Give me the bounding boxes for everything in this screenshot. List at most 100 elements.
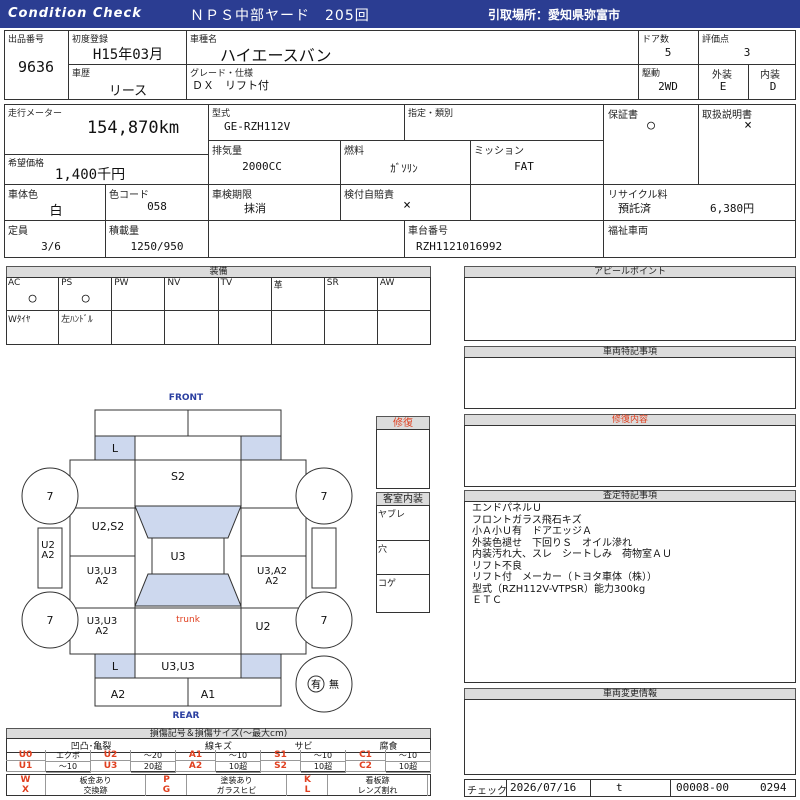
chassis-value: RZH1121016992 [416,240,503,253]
header-title: Condition Check [8,6,142,21]
equipment-label: NV [167,278,181,288]
legend-code: U0 [6,750,46,761]
legend-code: U1 [6,761,46,772]
equipment-cell: AC ○ [6,277,60,311]
legend-desc: 10超 [386,761,431,773]
legend-extra-desc: レンズ割れ [328,785,428,796]
legend-code: C2 [346,761,386,772]
legend-extra-desc: ガラスヒビ [187,785,287,796]
inspection-note-line: ＥＴＣ [472,595,502,606]
legend-desc: 10超 [301,761,346,773]
warranty-value: ○ [647,118,655,133]
mileage-label: 走行メーター [8,109,63,119]
price-value: 1,400千円 [54,167,126,183]
check-label: チェック [467,786,507,797]
inspection-note-line: リフト付 メーカー（トヨタ車体（株）） [472,572,657,583]
inspection-note-line: 内装汚れ大、スレ シートしみ 荷物室ＡＵ [472,549,672,560]
vehicle-diagram: FRONT REAR trunk 7 7 7 7 L S2 U2,S2 U3 U… [21,393,353,721]
legend-extra-code: G [147,785,187,795]
equipment-label: PS [61,278,73,288]
tire-fr: 7 [321,490,328,503]
equipment-cell: SR [324,277,378,311]
equipment-cell: 左ﾊﾝﾄﾞﾙ [59,311,113,345]
chassis-label: 車台番号 [408,226,448,237]
transmission-label: ミッション [474,146,524,157]
int-value: D [769,80,777,93]
mark-rear-l: L [112,660,119,673]
drive-value: 2WD [658,80,678,93]
front-label: FRONT [169,393,204,403]
check-code: 00008-00 [676,781,729,794]
check-t: t [616,781,623,794]
color-code-value: 058 [147,200,167,213]
manual-value: × [744,118,752,133]
inspection-note-line: 小Ａ小Ｕ有 ドアエッジＡ [472,526,592,537]
name-label: 車種名 [190,35,218,45]
equipment-label: 左ﾊﾝﾄﾞﾙ [61,315,93,325]
change-info-box [464,699,796,775]
inspection-note-line: 外装色褪せ 下回りＳ オイル滲れ [472,537,632,549]
pickup-location: 引取場所：愛知県弥富市 [488,8,621,22]
mark-hood: S2 [171,470,185,483]
equipment-cell: PW [112,277,166,311]
equipment-cell [218,311,272,345]
spare-none: 無 [329,678,339,691]
cabin-box [376,505,430,613]
legend-code: U2 [91,750,131,761]
capacity-label: 定員 [8,226,28,237]
mileage-value: 154,870km [86,118,180,138]
mark-bumper-left: A2 [111,688,126,701]
inspection-note-line: 型式（RZH112V-VTPSR）能力300kg [472,583,646,595]
equipment-cell [377,311,431,345]
legend-desc: 10超 [216,761,261,773]
lot-label: 出品番号 [8,35,45,45]
equipment-cell [271,311,325,345]
legend-code: C1 [346,750,386,761]
mark-bumper-right: A1 [201,688,216,701]
history-label: 車歴 [72,69,91,79]
equipment-value: ○ [81,291,90,306]
model-value: GE-RZH112V [224,120,291,133]
legend-extra-code: L [288,785,328,795]
equipment-label: PW [114,278,129,288]
color-code-label: 色コード [109,190,149,201]
fuel-label: 燃料 [344,146,364,157]
insurance-value: × [403,198,411,213]
legend-desc: ～10 [46,761,91,773]
doors-label: ドア数 [642,35,670,45]
firstreg-value: H15年03月 [92,47,164,63]
history-value: リース [108,84,148,99]
legend-code: U3 [91,761,131,772]
cabin-title: 客室内装 [376,492,430,506]
recycle-status: 預託済 [618,202,651,215]
int-label: 内装 [760,70,780,81]
vehicle-name: ハイエースバン [220,46,332,65]
load-value: 1250/950 [130,240,184,253]
equipment-cell [165,311,219,345]
equipment-cell: NV [165,277,219,311]
spare-circle: 有 [311,678,321,691]
mark-left-front-door: U2,S2 [92,520,125,533]
legend-extra-code: P [147,775,187,785]
mark-rear-center: U3,U3 [161,660,195,673]
cabin-item-hole: 穴 [378,545,388,555]
designation-label: 指定・類別 [408,109,454,119]
tire-rr: 7 [321,614,328,627]
inspection-note-line: エンドパネルＵ [472,503,542,514]
load-label: 積載量 [109,226,139,237]
equipment-cell [112,311,166,345]
fuel-value: ｶﾞｿﾘﾝ [390,162,418,175]
legend-code: S1 [261,750,301,761]
repair-title: 修復 [376,416,430,430]
tire-rl: 7 [47,614,54,627]
displacement-label: 排気量 [212,146,242,157]
color-value: 白 [49,204,63,219]
trunk-label: trunk [176,615,201,625]
inspection-label: 車検期限 [212,190,252,201]
inspection-note-line: フロントガラス飛石キズ [472,514,582,526]
grade-value: ＤＸ リフト付 [192,79,269,92]
inspection-value: 抹消 [244,202,266,215]
equipment-cell: AW [377,277,431,311]
legend-extra-code: X [6,785,46,795]
equipment-cell: TV [218,277,272,311]
